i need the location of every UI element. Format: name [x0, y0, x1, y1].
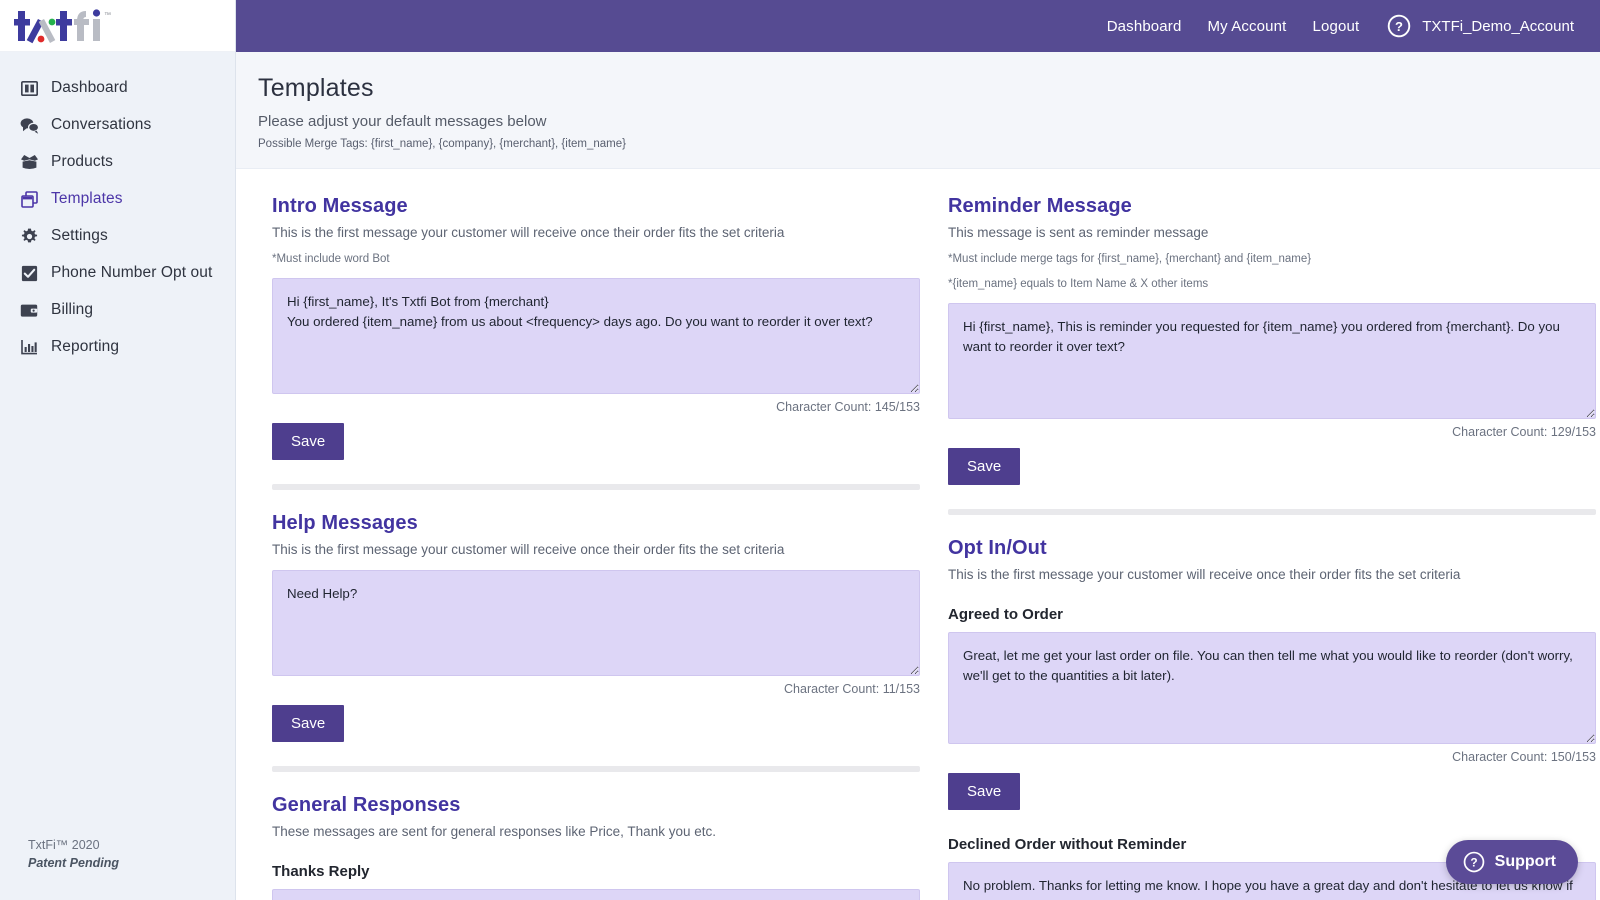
thanks-reply-textarea[interactable] — [272, 889, 920, 900]
thanks-textarea-wrap — [272, 889, 920, 900]
section-divider — [272, 766, 920, 772]
topbar-link-logout[interactable]: Logout — [1312, 18, 1359, 35]
topbar: Dashboard My Account Logout ? TXTFi_Demo… — [236, 0, 1600, 52]
sidebar-item-phone-number-opt-out[interactable]: Phone Number Opt out — [0, 259, 235, 287]
copy-windows-icon — [18, 189, 40, 209]
sidebar-item-billing[interactable]: Billing — [0, 296, 235, 324]
open-box-icon — [18, 152, 40, 172]
sidebar-item-conversations[interactable]: Conversations — [0, 111, 235, 139]
help-textarea-wrap — [272, 570, 920, 676]
section-intro-message: Intro Message This is the first message … — [272, 195, 920, 460]
sidebar-item-label: Conversations — [51, 116, 152, 133]
right-column: Reminder Message This message is sent as… — [948, 195, 1596, 900]
section-description: This is the first message your customer … — [272, 542, 785, 557]
section-description: This is the first message your customer … — [948, 567, 1461, 582]
page-title: Templates — [258, 74, 374, 102]
section-title: Help Messages — [272, 512, 418, 534]
section-title: Intro Message — [272, 195, 408, 217]
sidebar-item-label: Templates — [51, 190, 123, 207]
intro-message-textarea[interactable] — [272, 278, 920, 394]
reminder-save-button[interactable]: Save — [948, 448, 1021, 485]
sidebar-item-settings[interactable]: Settings — [0, 222, 235, 250]
app-root: ™ Dashboard Conversations Products Templ… — [0, 0, 1600, 900]
copyright-text: TxtFi™ 2020 — [28, 837, 100, 852]
left-column: Intro Message This is the first message … — [272, 195, 920, 900]
intro-textarea-wrap — [272, 278, 920, 394]
topbar-account-group[interactable]: ? TXTFi_Demo_Account — [1387, 14, 1574, 38]
section-general-responses: General Responses These messages are sen… — [272, 794, 920, 900]
sidebar-item-label: Products — [51, 153, 113, 170]
question-circle-icon[interactable]: ? — [1387, 14, 1411, 38]
bar-chart-icon — [18, 337, 40, 357]
chat-bubbles-icon — [18, 115, 40, 135]
page-subtitle: Please adjust your default messages belo… — [258, 113, 547, 130]
wallet-icon — [18, 300, 40, 320]
section-description: This message is sent as reminder message — [948, 225, 1209, 240]
gear-icon — [18, 226, 40, 246]
section-reminder-message: Reminder Message This message is sent as… — [948, 195, 1596, 485]
section-note-item-name: *{item_name} equals to Item Name & X oth… — [948, 278, 1209, 290]
checkbox-checked-icon — [18, 263, 40, 283]
sidebar-item-templates[interactable]: Templates — [0, 185, 235, 213]
templates-content: Intro Message This is the first message … — [236, 169, 1600, 900]
sidebar-nav: Dashboard Conversations Products Templat… — [0, 52, 235, 361]
sidebar: ™ Dashboard Conversations Products Templ… — [0, 0, 236, 900]
topbar-link-my-account[interactable]: My Account — [1207, 18, 1286, 35]
sidebar-item-label: Dashboard — [51, 79, 128, 96]
dashboard-icon — [18, 78, 40, 98]
help-save-button[interactable]: Save — [272, 705, 345, 742]
svg-text:?: ? — [1470, 856, 1477, 870]
section-description: This is the first message your customer … — [272, 225, 785, 240]
section-title: Opt In/Out — [948, 537, 1047, 559]
section-note: *Must include word Bot — [272, 253, 390, 265]
agreed-character-count: Character Count: 150/153 — [1452, 750, 1596, 764]
main-area: Dashboard My Account Logout ? TXTFi_Demo… — [236, 0, 1600, 900]
help-character-count: Character Count: 11/153 — [784, 682, 920, 696]
sidebar-item-label: Settings — [51, 227, 108, 244]
sidebar-item-label: Billing — [51, 301, 94, 318]
section-divider — [948, 509, 1596, 515]
intro-character-count: Character Count: 145/153 — [776, 400, 920, 414]
section-divider — [272, 484, 920, 490]
section-note-merge-tags: *Must include merge tags for {first_name… — [948, 253, 1312, 265]
thanks-reply-label: Thanks Reply — [272, 863, 370, 880]
svg-text:?: ? — [1395, 19, 1403, 34]
question-circle-icon: ? — [1463, 851, 1485, 873]
sidebar-item-label: Phone Number Opt out — [51, 264, 213, 281]
agreed-to-order-textarea[interactable] — [948, 632, 1596, 744]
topbar-link-dashboard[interactable]: Dashboard — [1107, 18, 1182, 35]
txtfi-logo-icon: ™ — [14, 8, 111, 43]
agreed-to-order-label: Agreed to Order — [948, 606, 1064, 623]
patent-pending-text: Patent Pending — [28, 855, 119, 870]
section-title: General Responses — [272, 794, 461, 816]
svg-text:™: ™ — [104, 12, 111, 19]
help-message-textarea[interactable] — [272, 570, 920, 676]
reminder-textarea-wrap — [948, 303, 1596, 419]
section-title: Reminder Message — [948, 195, 1132, 217]
reminder-character-count: Character Count: 129/153 — [1452, 425, 1596, 439]
merge-tags-hint: Possible Merge Tags: {first_name}, {comp… — [258, 138, 626, 150]
support-button[interactable]: ? Support — [1445, 840, 1578, 884]
reminder-message-textarea[interactable] — [948, 303, 1596, 419]
section-help-messages: Help Messages This is the first message … — [272, 512, 920, 742]
agreed-save-button[interactable]: Save — [948, 773, 1021, 810]
page-header: Templates Please adjust your default mes… — [236, 52, 1600, 169]
agreed-textarea-wrap — [948, 632, 1596, 744]
sidebar-item-products[interactable]: Products — [0, 148, 235, 176]
sidebar-item-dashboard[interactable]: Dashboard — [0, 74, 235, 102]
account-name[interactable]: TXTFi_Demo_Account — [1422, 18, 1574, 35]
logo[interactable]: ™ — [0, 0, 235, 52]
section-description: These messages are sent for general resp… — [272, 824, 716, 839]
sidebar-item-label: Reporting — [51, 338, 120, 355]
sidebar-item-reporting[interactable]: Reporting — [0, 333, 235, 361]
intro-save-button[interactable]: Save — [272, 423, 345, 460]
support-button-label: Support — [1494, 853, 1556, 870]
sidebar-footer: TxtFi™ 2020 Patent Pending — [28, 836, 119, 872]
